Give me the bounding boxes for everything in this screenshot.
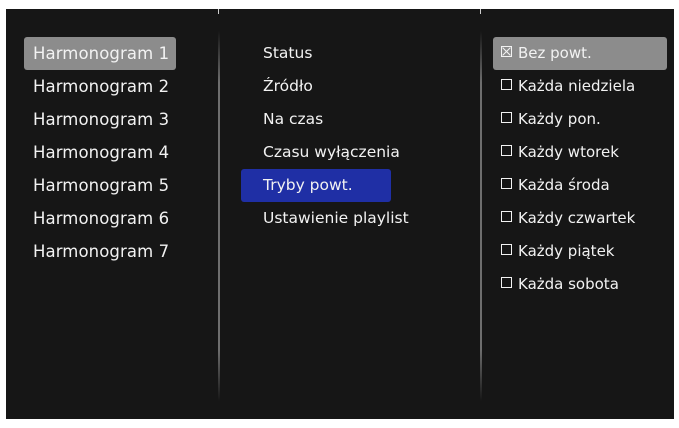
setting-item-label: Ustawienie playlist (263, 209, 409, 227)
checkbox-icon (501, 79, 512, 90)
checkbox-icon (501, 244, 512, 255)
repeat-option-tuesday[interactable]: Każdy wtorek (493, 136, 667, 169)
setting-item-on-time[interactable]: Na czas (241, 103, 431, 136)
schedule-item-5[interactable]: Harmonogram 5 (24, 169, 176, 202)
column-divider (480, 31, 482, 401)
repeat-option-label: Każda środa (518, 176, 610, 194)
repeat-option-label: Każdy pon. (518, 110, 601, 128)
checkbox-icon (501, 145, 512, 156)
schedule-item-6[interactable]: Harmonogram 6 (24, 202, 176, 235)
repeat-option-label: Każdy wtorek (518, 143, 619, 161)
osd-menu-panel: Harmonogram 1 Harmonogram 2 Harmonogram … (6, 9, 674, 419)
schedule-item-label: Harmonogram 7 (33, 242, 170, 261)
checkbox-icon (501, 112, 512, 123)
schedule-item-3[interactable]: Harmonogram 3 (24, 103, 176, 136)
schedule-item-label: Harmonogram 4 (33, 143, 170, 162)
schedule-list: Harmonogram 1 Harmonogram 2 Harmonogram … (24, 37, 176, 268)
schedule-item-2[interactable]: Harmonogram 2 (24, 70, 176, 103)
top-divider-tick (480, 9, 481, 14)
repeat-option-thursday[interactable]: Każdy czwartek (493, 202, 667, 235)
repeat-option-label: Każdy czwartek (518, 209, 636, 227)
repeat-option-label: Każdy piątek (518, 242, 615, 260)
column-divider (218, 31, 220, 401)
schedule-item-1[interactable]: Harmonogram 1 (24, 37, 176, 70)
setting-item-label: Status (263, 44, 313, 62)
checkbox-icon (501, 46, 512, 57)
setting-item-label: Czasu wyłączenia (263, 143, 400, 161)
setting-item-label: Na czas (263, 110, 324, 128)
repeat-option-monday[interactable]: Każdy pon. (493, 103, 667, 136)
setting-item-source[interactable]: Źródło (241, 70, 431, 103)
repeat-option-saturday[interactable]: Każda sobota (493, 268, 667, 301)
setting-item-off-time[interactable]: Czasu wyłączenia (241, 136, 431, 169)
setting-item-playlist[interactable]: Ustawienie playlist (241, 202, 431, 235)
setting-item-repeat-mode[interactable]: Tryby powt. (241, 169, 391, 202)
repeat-option-friday[interactable]: Każdy piątek (493, 235, 667, 268)
schedule-item-7[interactable]: Harmonogram 7 (24, 235, 176, 268)
repeat-option-wednesday[interactable]: Każda środa (493, 169, 667, 202)
checkbox-icon (501, 211, 512, 222)
repeat-option-label: Bez powt. (518, 44, 592, 62)
settings-list: Status Źródło Na czas Czasu wyłączenia T… (241, 37, 431, 235)
setting-item-label: Źródło (263, 77, 313, 95)
schedule-item-4[interactable]: Harmonogram 4 (24, 136, 176, 169)
repeat-option-label: Każda sobota (518, 275, 619, 293)
schedule-item-label: Harmonogram 3 (33, 110, 170, 129)
schedule-item-label: Harmonogram 1 (33, 44, 170, 63)
checkbox-icon (501, 277, 512, 288)
top-divider-tick (218, 9, 219, 14)
repeat-option-label: Każda niedziela (518, 77, 636, 95)
checkbox-icon (501, 178, 512, 189)
setting-item-label: Tryby powt. (263, 176, 353, 194)
repeat-option-none[interactable]: Bez powt. (493, 37, 667, 70)
schedule-item-label: Harmonogram 6 (33, 209, 170, 228)
schedule-item-label: Harmonogram 5 (33, 176, 170, 195)
setting-item-status[interactable]: Status (241, 37, 431, 70)
repeat-mode-list: Bez powt. Każda niedziela Każdy pon. Każ… (493, 37, 667, 301)
repeat-option-sunday[interactable]: Każda niedziela (493, 70, 667, 103)
schedule-item-label: Harmonogram 2 (33, 77, 170, 96)
